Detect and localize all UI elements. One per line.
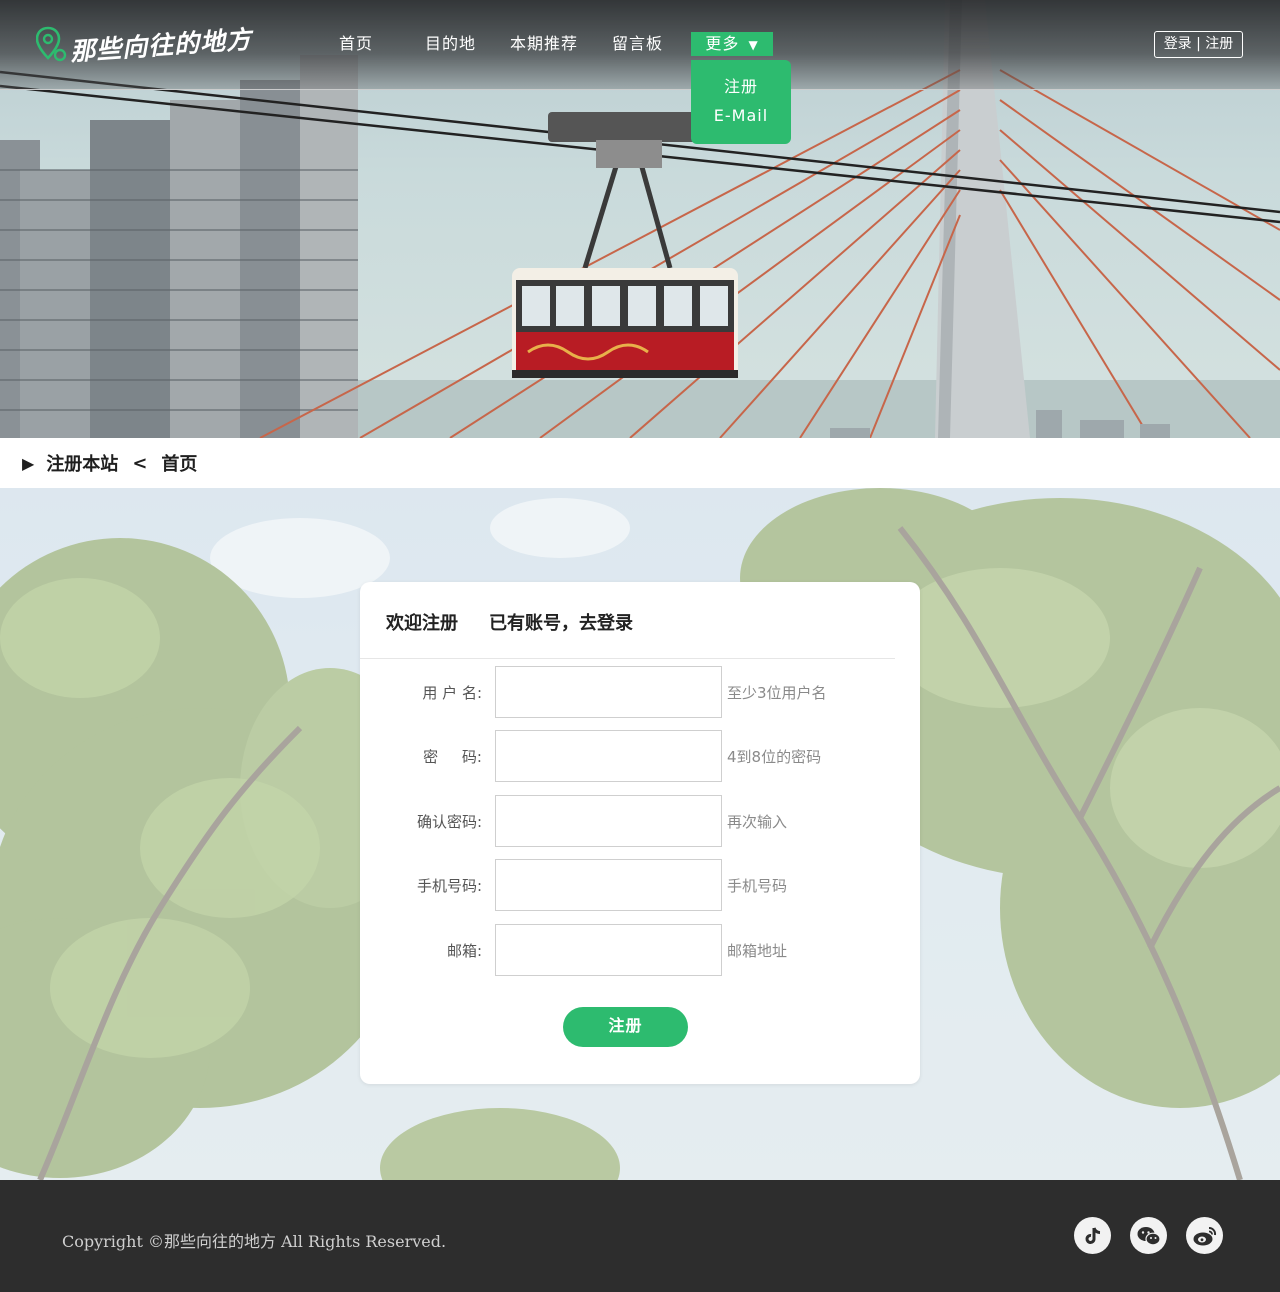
breadcrumb: ▶ 注册本站 < 首页 [0, 438, 1280, 488]
nav-more-button[interactable]: 更多 ▼ [691, 32, 773, 56]
hero-banner: 那些向往的地方 首页 目的地 本期推荐 留言板 更多 ▼ 登录 | 注册 注册 … [0, 0, 1280, 438]
more-dropdown-menu: 注册 E-Mail [691, 60, 791, 144]
tiktok-icon[interactable] [1074, 1217, 1111, 1254]
tab-register[interactable]: 欢迎注册 [386, 609, 458, 635]
email-hint: 邮箱地址 [727, 942, 788, 960]
register-submit-button[interactable]: 注册 [563, 1007, 688, 1047]
logo-text: 那些向往的地方 [69, 24, 253, 67]
location-pin-icon [36, 26, 67, 62]
password-label: 密 码: [423, 748, 482, 766]
copyright-text: Copyright ©那些向往的地方 All Rights Reserved. [62, 1232, 447, 1251]
nav-item-recommended[interactable]: 本期推荐 [510, 32, 578, 56]
password-input[interactable] [495, 730, 722, 782]
confirm-password-input[interactable] [495, 795, 722, 847]
dropdown-item-register[interactable]: 注册 [691, 73, 791, 97]
confirm-password-label: 确认密码: [416, 813, 482, 831]
register-section: 欢迎注册 已有账号，去登录 用 户 名: 至少3位用户名 密 码: 4到8位的密… [0, 488, 1280, 1180]
phone-input[interactable] [495, 859, 722, 911]
password-hint: 4到8位的密码 [727, 748, 822, 766]
username-label: 用 户 名: [422, 684, 482, 702]
phone-hint: 手机号码 [727, 877, 788, 895]
nav-item-message-board[interactable]: 留言板 [612, 32, 663, 56]
confirm-password-hint: 再次输入 [727, 813, 788, 831]
wechat-icon[interactable] [1130, 1217, 1167, 1254]
top-nav-bar: 那些向往的地方 首页 目的地 本期推荐 留言板 更多 ▼ 登录 | 注册 [0, 0, 1280, 90]
username-hint: 至少3位用户名 [727, 684, 827, 702]
register-card-header: 欢迎注册 已有账号，去登录 [360, 582, 895, 659]
phone-label: 手机号码: [416, 877, 482, 895]
nav-item-home[interactable]: 首页 [339, 32, 373, 56]
email-input[interactable] [495, 924, 722, 976]
dropdown-item-email[interactable]: E-Mail [691, 106, 791, 125]
breadcrumb-current: 注册本站 [46, 454, 119, 475]
register-card: 欢迎注册 已有账号，去登录 用 户 名: 至少3位用户名 密 码: 4到8位的密… [360, 582, 920, 1084]
caret-down-icon: ▼ [748, 38, 759, 52]
tab-go-login[interactable]: 已有账号，去登录 [489, 609, 633, 635]
footer: Copyright ©那些向往的地方 All Rights Reserved. [0, 1180, 1280, 1292]
breadcrumb-home-link[interactable]: 首页 [161, 450, 197, 476]
breadcrumb-separator: < [132, 452, 148, 474]
site-logo[interactable]: 那些向往的地方 [36, 22, 253, 67]
nav-more-label: 更多 [705, 34, 740, 53]
email-label: 邮箱: [446, 942, 482, 960]
login-register-button[interactable]: 登录 | 注册 [1154, 31, 1243, 58]
triangle-right-icon: ▶ [22, 453, 35, 473]
username-input[interactable] [495, 666, 722, 718]
nav-item-destinations[interactable]: 目的地 [425, 32, 476, 56]
weibo-icon[interactable] [1186, 1217, 1223, 1254]
